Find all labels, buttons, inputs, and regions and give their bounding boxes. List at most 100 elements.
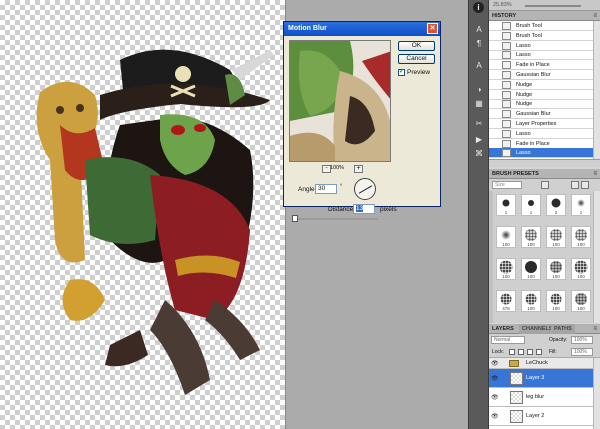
history-scrollbar[interactable] bbox=[593, 21, 600, 159]
history-item[interactable]: Fade in Place bbox=[489, 60, 593, 71]
visibility-eye-icon[interactable]: 👁 bbox=[491, 413, 499, 420]
lock-transparency-icon[interactable] bbox=[509, 349, 515, 355]
preview-checkbox[interactable]: ✔ bbox=[398, 69, 405, 76]
lock-image-icon[interactable] bbox=[518, 349, 524, 355]
brush-preset[interactable]: 100 bbox=[521, 226, 541, 248]
styles-icon[interactable]: ▦ bbox=[472, 98, 486, 109]
history-item[interactable]: Fade in Place bbox=[489, 139, 593, 149]
brush-preset[interactable]: 100 bbox=[496, 226, 516, 248]
character-icon[interactable]: A bbox=[472, 24, 486, 35]
brush-preset[interactable]: 100 bbox=[521, 290, 541, 312]
panel-menu-icon[interactable]: ≡ bbox=[593, 171, 597, 177]
brush-preset[interactable]: 100 bbox=[546, 290, 566, 312]
lock-all-icon[interactable] bbox=[536, 349, 542, 355]
tab-layers[interactable]: LAYERS bbox=[489, 324, 517, 334]
navigator-zoom[interactable]: 25.83% bbox=[493, 2, 512, 8]
brush-preset[interactable]: 1 bbox=[521, 194, 541, 216]
brush-toggle-icon[interactable] bbox=[541, 181, 549, 189]
visibility-eye-icon[interactable]: 👁 bbox=[491, 375, 499, 382]
brush-preset[interactable]: 100 bbox=[571, 226, 591, 248]
brush-tip-icon bbox=[550, 229, 562, 241]
brush-preset[interactable]: 100 bbox=[521, 258, 541, 280]
zoom-in-button[interactable]: + bbox=[354, 165, 363, 173]
history-item[interactable]: Gaussian Blur bbox=[489, 70, 593, 80]
distance-input[interactable]: 13 bbox=[353, 204, 375, 214]
lock-position-icon[interactable] bbox=[527, 349, 533, 355]
swatches-icon[interactable]: ◑ bbox=[472, 84, 486, 95]
history-item-label: Brush Tool bbox=[516, 23, 542, 29]
history-item[interactable]: Nudge bbox=[489, 99, 593, 110]
angle-input[interactable]: 30 bbox=[315, 184, 337, 194]
history-item[interactable]: Lasso bbox=[489, 50, 593, 61]
zoom-level: 100% bbox=[330, 165, 345, 171]
tab-brush-presets[interactable]: BRUSH PRESETS bbox=[489, 169, 542, 179]
navigator-zoom-slider[interactable] bbox=[525, 5, 581, 7]
panel-menu-icon[interactable]: ≡ bbox=[593, 13, 597, 19]
history-item-label: Fade in Place bbox=[516, 140, 550, 147]
history-item-label: Nudge bbox=[516, 81, 533, 88]
brush-preset[interactable]: 478 bbox=[496, 290, 516, 312]
brush-list-icon[interactable] bbox=[581, 181, 589, 189]
brush-size-label: 100 bbox=[577, 274, 585, 279]
brush-preset[interactable]: 100 bbox=[496, 258, 516, 280]
fill-input[interactable]: 100% bbox=[571, 348, 593, 356]
history-step-icon bbox=[502, 110, 511, 119]
brush-preset[interactable]: 100 bbox=[546, 226, 566, 248]
layers-scrollbar[interactable] bbox=[593, 358, 600, 429]
history-item[interactable]: Nudge bbox=[489, 80, 593, 90]
visibility-eye-icon[interactable]: 👁 bbox=[491, 394, 499, 401]
tab-history[interactable]: HISTORY bbox=[489, 11, 519, 21]
history-step-icon bbox=[502, 71, 511, 79]
blend-mode-select[interactable]: Normal bbox=[491, 336, 525, 344]
brush-size-label: 1 bbox=[529, 210, 533, 215]
history-item[interactable]: Lasso bbox=[489, 41, 593, 51]
brush-preset[interactable]: 100 bbox=[571, 290, 591, 312]
brush-preset[interactable]: 2 bbox=[546, 194, 566, 216]
layer-row[interactable]: 👁 Layer 2 bbox=[489, 407, 593, 426]
brush-scrollbar[interactable] bbox=[593, 191, 600, 323]
distance-value: 13 bbox=[356, 205, 364, 212]
history-item-label: Fade in Place bbox=[516, 62, 550, 69]
history-item[interactable]: Nudge bbox=[489, 90, 593, 100]
brush-preset[interactable]: 1 bbox=[496, 194, 516, 216]
info-icon[interactable]: i bbox=[473, 2, 484, 13]
brush-preset[interactable]: 100 bbox=[571, 258, 591, 280]
history-brush-icon[interactable]: ⌘ bbox=[472, 148, 486, 159]
paragraph-icon[interactable]: ¶ bbox=[472, 38, 486, 49]
fill-label: Fill: bbox=[549, 349, 557, 355]
distance-slider-track[interactable] bbox=[296, 218, 378, 220]
opacity-input[interactable]: 100% bbox=[571, 336, 593, 344]
history-item[interactable]: Layer Properties bbox=[489, 119, 593, 129]
history-step-icon bbox=[502, 22, 511, 30]
tab-paths[interactable]: PATHS bbox=[551, 324, 575, 334]
brush-view-icon[interactable] bbox=[571, 181, 579, 189]
history-item[interactable]: Lasso bbox=[489, 129, 593, 139]
layer-group-row[interactable]: 👁 LeChuck bbox=[489, 358, 593, 369]
text-style-icon[interactable]: A bbox=[472, 60, 486, 71]
history-item[interactable]: Gaussian Blur bbox=[489, 109, 593, 120]
motion-blur-dialog: Motion Blur ✕ - 100% + Angle: 30 ° Dista… bbox=[283, 21, 441, 222]
brush-size-field[interactable]: Size bbox=[492, 181, 522, 189]
cancel-button[interactable]: Cancel bbox=[398, 54, 435, 64]
history-item[interactable]: Lasso bbox=[489, 148, 593, 159]
actions-icon[interactable]: ▶ bbox=[472, 134, 486, 145]
lock-row: Lock: Fill: 100% bbox=[489, 347, 600, 358]
visibility-eye-icon[interactable]: 👁 bbox=[491, 360, 499, 367]
close-icon[interactable]: ✕ bbox=[427, 23, 438, 34]
brush-preset[interactable]: 100 bbox=[546, 258, 566, 280]
dialog-titlebar[interactable]: Motion Blur ✕ bbox=[284, 22, 440, 36]
preview-window[interactable] bbox=[289, 40, 391, 162]
layer-row[interactable]: 👁 leg blur bbox=[489, 388, 593, 407]
panel-menu-icon[interactable]: ≡ bbox=[593, 326, 597, 332]
angle-dial[interactable] bbox=[354, 178, 376, 200]
brush-preset[interactable]: 1 bbox=[571, 194, 591, 216]
scissors-icon[interactable]: ✂ bbox=[472, 118, 486, 129]
history-item[interactable]: Brush Tool bbox=[489, 31, 593, 41]
ok-button[interactable]: OK bbox=[398, 41, 435, 51]
distance-slider-thumb[interactable] bbox=[292, 215, 298, 222]
layer-row[interactable]: 👁 Layer 3 bbox=[489, 369, 593, 388]
brush-size-label: 100 bbox=[502, 242, 510, 247]
history-item-label: Nudge bbox=[516, 91, 533, 98]
history-item[interactable]: Brush Tool bbox=[489, 21, 593, 31]
history-step-icon bbox=[502, 41, 511, 50]
